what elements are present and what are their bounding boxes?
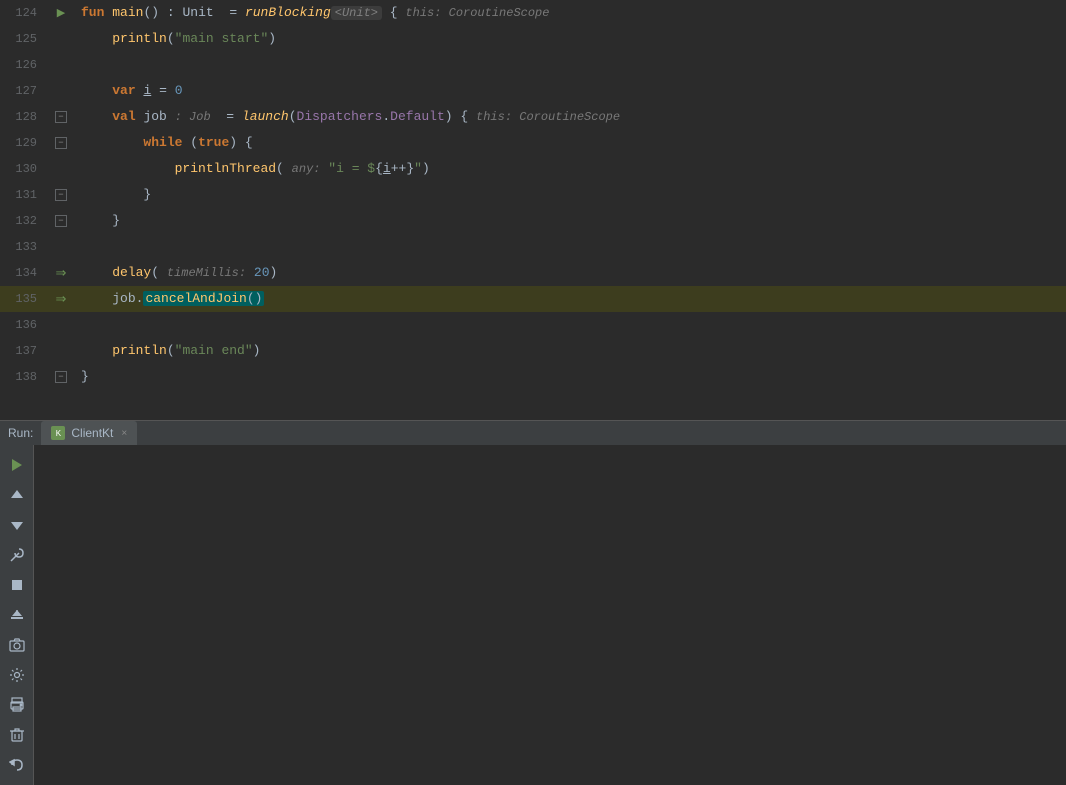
line-num-129: 129 [0,136,45,150]
line-content-128: val job : Job = launch(Dispatchers.Defau… [77,104,1066,130]
trash-icon [9,727,25,743]
undo-button[interactable] [3,751,31,779]
code-line-137: 137 println("main end") [0,338,1066,364]
line-content-127: var i = 0 [77,78,1066,104]
run-panel: Run: K ClientKt × [0,420,1066,700]
line-content-137: println("main end") [77,338,1066,364]
gutter-135[interactable]: ⇒ [45,292,77,307]
tab-run-icon: K [51,426,65,440]
gutter-131[interactable]: − [45,189,77,201]
line-num-133: 133 [0,240,45,254]
print-button[interactable] [3,691,31,719]
step-over-icon-135[interactable]: ⇒ [56,292,67,307]
code-line-134: 134 ⇒ delay( timeMillis: 20) [0,260,1066,286]
gear-button[interactable] [3,661,31,689]
line-num-138: 138 [0,370,45,384]
run-label: Run: [8,426,33,440]
line-content-129: while (true) { [77,130,1066,156]
fold-icon-132[interactable]: − [55,215,67,227]
fold-icon-138[interactable]: − [55,371,67,383]
run-tab-close[interactable]: × [121,428,127,439]
camera-icon [9,637,25,653]
run-button[interactable] [3,451,31,479]
code-line-129: 129 − while (true) { [0,130,1066,156]
line-num-131: 131 [0,188,45,202]
settings-button[interactable] [3,541,31,569]
code-line-135: 135 ⇒ job.cancelAndJoin() [0,286,1066,312]
gutter-138[interactable]: − [45,371,77,383]
line-content-134: delay( timeMillis: 20) [77,260,1066,286]
run-content [0,445,1066,785]
down-arrow-icon [9,517,25,533]
line-num-130: 130 [0,162,45,176]
line-content-130: printlnThread( any: "i = ${i++}") [77,156,1066,182]
line-content-132: } [77,208,1066,234]
code-line-133: 133 [0,234,1066,260]
line-content-131: } [77,182,1066,208]
play-icon [9,457,25,473]
code-line-132: 132 − } [0,208,1066,234]
gutter-124[interactable]: ▶ [45,6,77,20]
code-line-127: 127 var i = 0 [0,78,1066,104]
gutter-134[interactable]: ⇒ [45,266,77,281]
run-arrow-icon[interactable]: ▶ [57,6,65,20]
code-line-138: 138 − } [0,364,1066,390]
import-icon [9,607,25,623]
line-num-135: 135 [0,292,45,306]
line-content-138: } [77,364,1066,390]
stop-button[interactable] [3,571,31,599]
line-num-126: 126 [0,58,45,72]
line-content-126 [77,52,1066,78]
undo-icon [9,757,25,773]
code-line-136: 136 [0,312,1066,338]
gutter-129[interactable]: − [45,137,77,149]
code-line-131: 131 − } [0,182,1066,208]
scroll-down-button[interactable] [3,511,31,539]
code-line-125: 125 println("main start") [0,26,1066,52]
print-icon [9,697,25,713]
line-content-125: println("main start") [77,26,1066,52]
line-content-124: fun main() : Unit = runBlocking<Unit> { … [77,0,1066,26]
code-line-128: 128 − val job : Job = launch(Dispatchers… [0,104,1066,130]
code-line-124: 124 ▶ fun main() : Unit = runBlocking<Un… [0,0,1066,26]
delete-button[interactable] [3,721,31,749]
line-num-136: 136 [0,318,45,332]
up-arrow-icon [9,487,25,503]
line-num-125: 125 [0,32,45,46]
gutter-132[interactable]: − [45,215,77,227]
camera-button[interactable] [3,631,31,659]
scroll-up-button[interactable] [3,481,31,509]
line-content-133 [77,234,1066,260]
line-num-128: 128 [0,110,45,124]
line-content-136 [77,312,1066,338]
line-num-137: 137 [0,344,45,358]
fold-icon-131[interactable]: − [55,189,67,201]
step-over-icon-134[interactable]: ⇒ [56,266,67,281]
run-tab-clientkt[interactable]: K ClientKt × [41,421,137,445]
fold-icon-129[interactable]: − [55,137,67,149]
line-num-132: 132 [0,214,45,228]
line-num-124: 124 [0,6,45,20]
line-num-127: 127 [0,84,45,98]
run-toolbar [0,445,34,785]
gear-icon [9,667,25,683]
run-tab-bar: Run: K ClientKt × [0,420,1066,445]
code-line-126: 126 [0,52,1066,78]
line-content-135: job.cancelAndJoin() [77,286,1066,312]
code-line-130: 130 printlnThread( any: "i = ${i++}") [0,156,1066,182]
wrench-icon [9,547,25,563]
line-num-134: 134 [0,266,45,280]
run-output [34,445,1066,785]
gutter-128[interactable]: − [45,111,77,123]
fold-icon-128[interactable]: − [55,111,67,123]
run-tab-name: ClientKt [71,426,113,440]
import-button[interactable] [3,601,31,629]
stop-icon [9,577,25,593]
code-editor: 124 ▶ fun main() : Unit = runBlocking<Un… [0,0,1066,420]
